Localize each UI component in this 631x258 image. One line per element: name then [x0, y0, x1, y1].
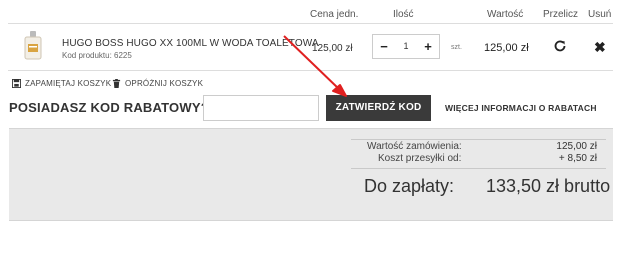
save-icon — [12, 79, 21, 88]
increase-quantity-button[interactable]: + — [419, 35, 437, 58]
order-value: 125,00 zł — [556, 141, 597, 152]
header-remove: Usuń — [588, 9, 612, 20]
recalculate-button[interactable] — [553, 39, 567, 53]
remove-item-button[interactable]: ✖ — [594, 40, 606, 54]
header-recalculate: Przelicz — [543, 9, 579, 20]
header-value: Wartość — [487, 9, 524, 20]
summary-divider-bottom — [351, 168, 606, 169]
trash-icon — [112, 79, 121, 88]
perfume-bottle-icon — [24, 31, 42, 60]
row-divider — [8, 70, 613, 71]
coupon-title: POSIADASZ KOD RABATOWY? — [9, 100, 209, 115]
quantity-stepper[interactable]: − 1 + — [372, 34, 440, 59]
summary-divider-top — [351, 139, 606, 140]
to-pay-value: 133,50 zł brutto — [486, 176, 611, 196]
coupon-code-input[interactable] — [203, 95, 319, 121]
close-icon: ✖ — [594, 39, 606, 55]
quantity-unit: szt. — [451, 44, 462, 51]
product-name[interactable]: HUGO BOSS HUGO XX 100ML W WODA TOALETOWA — [62, 38, 319, 49]
unit-price: 125,00 zł — [312, 43, 353, 54]
product-thumbnail[interactable] — [22, 30, 44, 60]
product-code: Kod produktu: 6225 — [62, 51, 132, 60]
save-cart-link[interactable]: ZAPAMIĘTAJ KOSZYK — [12, 79, 111, 88]
apply-coupon-button[interactable]: ZATWIERDŹ KOD — [326, 95, 431, 121]
discount-info-link[interactable]: WIĘCEJ INFORMACJI O RABATACH — [445, 103, 597, 113]
order-summary: Wartość zamówienia: 125,00 zł Koszt prze… — [9, 128, 613, 221]
quantity-input[interactable]: 1 — [397, 35, 415, 58]
shipping-value: + 8,50 zł — [558, 153, 597, 164]
order-value-label: Wartość zamówienia: — [367, 141, 462, 152]
save-cart-label: ZAPAMIĘTAJ KOSZYK — [25, 79, 112, 88]
decrease-quantity-button[interactable]: − — [375, 35, 393, 58]
refresh-icon — [554, 40, 566, 52]
header-unit-price: Cena jedn. — [310, 9, 359, 20]
header-quantity: Ilość — [393, 9, 414, 20]
empty-cart-label: OPRÓŻNIJ KOSZYK — [125, 79, 204, 88]
shipping-label: Koszt przesyłki od: — [378, 153, 462, 164]
empty-cart-link[interactable]: OPRÓŻNIJ KOSZYK — [112, 79, 203, 88]
to-pay-label: Do zapłaty: — [364, 176, 455, 196]
header-divider — [8, 23, 613, 24]
item-total: 125,00 zł — [484, 42, 529, 54]
